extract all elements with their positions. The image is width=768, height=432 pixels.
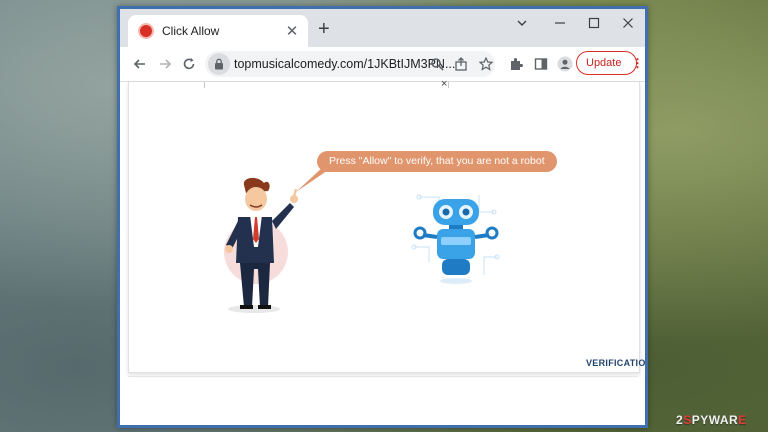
watermark-logo: 2SPYWARE bbox=[676, 413, 747, 427]
forward-icon[interactable] bbox=[155, 54, 175, 74]
robot-illustration bbox=[411, 194, 500, 284]
share-icon[interactable] bbox=[451, 54, 471, 74]
watermark-red-letter: S bbox=[683, 413, 692, 427]
reload-icon[interactable] bbox=[179, 54, 199, 74]
tab-strip: Click Allow ✕ + bbox=[120, 9, 645, 47]
verification-label: VERIFICATION bbox=[586, 358, 648, 368]
back-icon[interactable] bbox=[130, 54, 150, 74]
tab-search-icon[interactable] bbox=[504, 13, 540, 37]
extensions-icon[interactable] bbox=[506, 54, 526, 74]
verification-card: × Press "Allow" to verify, that you are … bbox=[128, 78, 645, 373]
tab-title: Click Allow bbox=[162, 24, 220, 38]
toolbar: topmusicalcomedy.com/1JKBtIJM3PN... Upda… bbox=[120, 47, 645, 82]
maximize-icon[interactable] bbox=[576, 13, 612, 37]
minimize-icon[interactable] bbox=[542, 13, 578, 37]
watermark-text: PYWAR bbox=[691, 413, 739, 427]
tab-click-allow[interactable]: Click Allow ✕ bbox=[128, 15, 308, 47]
footer-divider bbox=[128, 376, 638, 377]
watermark-suffix: E bbox=[738, 413, 747, 427]
bookmark-star-icon[interactable] bbox=[476, 54, 496, 74]
favicon-icon bbox=[138, 23, 154, 39]
profile-avatar-icon[interactable] bbox=[555, 54, 575, 74]
side-panel-icon[interactable] bbox=[531, 54, 551, 74]
overlay-close-icon[interactable]: × bbox=[441, 78, 447, 90]
divider-left bbox=[204, 82, 205, 88]
divider-right bbox=[448, 82, 449, 88]
browser-window: Click Allow ✕ + topmusicalcomedy.com/1JK… bbox=[117, 6, 648, 428]
new-tab-button[interactable]: + bbox=[318, 19, 330, 39]
zoom-icon[interactable] bbox=[427, 54, 447, 74]
update-label: Update bbox=[586, 57, 622, 69]
close-icon[interactable] bbox=[610, 13, 645, 37]
tab-close-icon[interactable]: ✕ bbox=[282, 22, 302, 40]
lock-icon[interactable] bbox=[208, 53, 230, 75]
kebab-menu-icon[interactable]: ⋮ bbox=[631, 56, 643, 70]
page-content: × Press "Allow" to verify, that you are … bbox=[120, 78, 645, 425]
speech-bubble: Press "Allow" to verify, that you are no… bbox=[317, 151, 557, 172]
update-button[interactable]: Update ⋮ bbox=[576, 51, 643, 75]
businessman-illustration bbox=[224, 177, 298, 313]
